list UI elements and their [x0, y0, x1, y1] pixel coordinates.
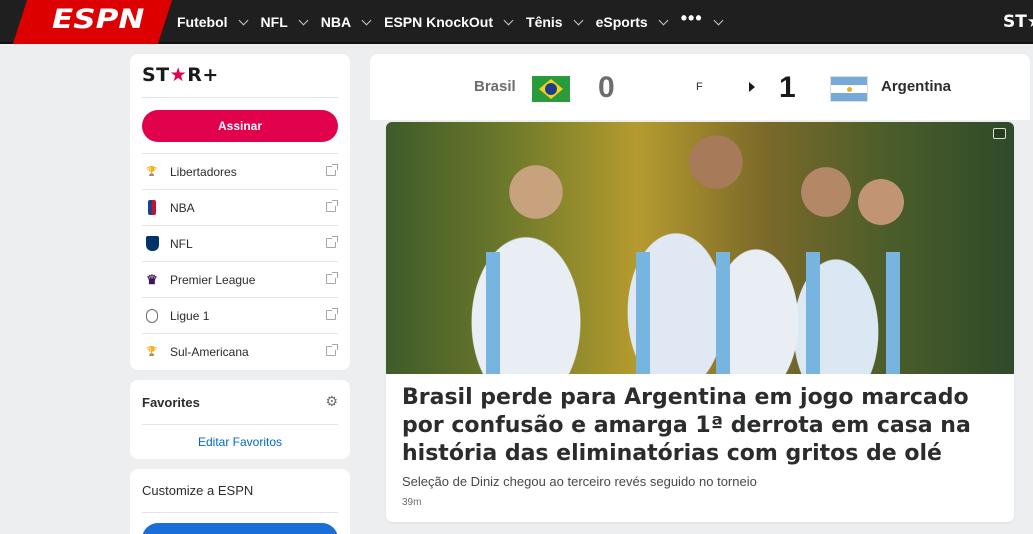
chevron-down-icon[interactable] [361, 15, 372, 25]
divider [142, 424, 338, 425]
divider [142, 97, 338, 98]
game-status: F [696, 81, 703, 93]
league-label: Premier League [170, 272, 256, 287]
jersey-stripe [716, 252, 730, 374]
nav-items: Futebol NFL NBA ESPN KnockOut Tênis eSpo… [177, 0, 736, 44]
away-team-name: Argentina [881, 78, 952, 95]
chevron-down-icon[interactable] [238, 15, 248, 25]
chevron-down-icon[interactable] [713, 15, 724, 25]
starplus-card: ST★R+ Assinar 🏆 Libertadores NBA NFL ♛ P… [130, 54, 350, 370]
starplus-logo-small[interactable]: ST★ [1003, 12, 1033, 32]
customize-card: Customize a ESPN [130, 469, 350, 534]
nav-item-nfl[interactable]: NFL [260, 14, 309, 30]
league-item-premier-league[interactable]: ♛ Premier League [142, 261, 338, 297]
premier-league-icon: ♛ [146, 271, 158, 287]
chevron-down-icon[interactable] [658, 15, 669, 25]
jersey-stripe [886, 252, 900, 374]
customize-button[interactable] [142, 523, 338, 534]
jersey-stripe [806, 252, 820, 374]
league-item-ligue1[interactable]: Ligue 1 [142, 297, 338, 333]
away-score: 1 [779, 71, 796, 104]
article-headline[interactable]: Brasil perde para Argentina em jogo marc… [402, 384, 992, 468]
starplus-logo-text: ST [142, 64, 170, 86]
external-link-icon [326, 308, 338, 320]
league-label: Sul-Americana [170, 344, 249, 359]
league-item-libertadores[interactable]: 🏆 Libertadores [142, 153, 338, 189]
gear-icon[interactable]: ⚙ [325, 393, 338, 410]
scoreboard[interactable]: Brasil 0 F 1 Argentina [370, 54, 1030, 120]
nav-item-label: Tênis [526, 14, 563, 30]
external-link-icon [326, 272, 338, 284]
divider [142, 512, 338, 513]
home-team-name: Brasil [474, 78, 516, 95]
espn-logo[interactable]: ESPN [52, 4, 144, 35]
winner-arrow-icon [749, 82, 755, 92]
jersey-stripe [486, 252, 500, 374]
nav-item-label: NFL [260, 14, 288, 30]
jersey-stripe [636, 252, 650, 374]
starplus-logo: ST★R+ [142, 64, 219, 86]
subscribe-button[interactable]: Assinar [142, 110, 338, 142]
nav-item-esports[interactable]: eSports [595, 14, 669, 30]
league-label: Libertadores [170, 164, 237, 179]
chevron-down-icon[interactable] [298, 15, 309, 25]
starplus-logo-text: R+ [187, 64, 219, 86]
nav-item-label: Futebol [177, 14, 228, 30]
trophy-icon: 🏆 [146, 166, 158, 176]
nav-item-more[interactable]: ••• [681, 8, 724, 29]
nav-item-label: ESPN KnockOut [384, 14, 494, 30]
league-item-sul-americana[interactable]: 🏆 Sul-Americana [142, 333, 338, 369]
external-link-icon [326, 344, 338, 356]
nav-item-futebol[interactable]: Futebol [177, 14, 248, 30]
article-timestamp: 39m [402, 497, 422, 508]
customize-title: Customize a ESPN [142, 483, 254, 498]
trophy-icon: 🏆 [146, 346, 158, 356]
nfl-shield-icon [143, 235, 161, 253]
nba-logo-icon [143, 199, 161, 217]
league-label: NFL [170, 236, 193, 251]
external-link-icon [326, 164, 338, 176]
hero-image[interactable] [386, 122, 1014, 374]
top-nav: ESPN Futebol NFL NBA ESPN KnockOut Tênis… [0, 0, 1033, 44]
brazil-flag-icon [532, 76, 570, 102]
league-item-nfl[interactable]: NFL [142, 225, 338, 261]
more-icon: ••• [680, 7, 703, 28]
edit-favorites-link[interactable]: Editar Favoritos [130, 435, 350, 449]
league-item-nba[interactable]: NBA [142, 189, 338, 225]
favorites-card: Favorites ⚙ Editar Favoritos [130, 380, 350, 459]
nav-item-label: NBA [320, 14, 352, 30]
nav-item-label: eSports [595, 14, 648, 30]
star-icon: ★ [169, 64, 188, 86]
home-score: 0 [598, 71, 615, 104]
nav-item-tenis[interactable]: Tênis [526, 14, 584, 30]
chevron-down-icon[interactable] [503, 15, 514, 25]
argentina-flag-icon [830, 76, 868, 102]
league-label: NBA [170, 200, 195, 215]
league-label: Ligue 1 [170, 308, 210, 323]
article-card[interactable]: Brasil perde para Argentina em jogo marc… [386, 122, 1014, 522]
nav-item-espn-knockout[interactable]: ESPN KnockOut [384, 14, 514, 30]
ligue1-icon [143, 307, 161, 325]
image-gallery-icon[interactable] [993, 128, 1006, 139]
article-subtext: Seleção de Diniz chegou ao terceiro revé… [402, 474, 757, 489]
external-link-icon [326, 236, 338, 248]
external-link-icon [326, 200, 338, 212]
league-list: 🏆 Libertadores NBA NFL ♛ Premier League … [142, 153, 338, 369]
nav-item-nba[interactable]: NBA [320, 14, 372, 30]
favorites-title: Favorites [142, 395, 200, 410]
chevron-down-icon[interactable] [573, 15, 584, 25]
